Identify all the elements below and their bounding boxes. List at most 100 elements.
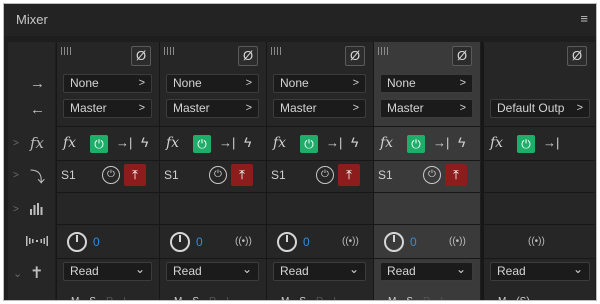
grip-icon[interactable] (378, 47, 388, 55)
track-header[interactable]: Ø (267, 42, 373, 70)
phase-invert-button[interactable]: Ø (567, 46, 587, 66)
automation-mode-dropdown[interactable]: Read ⌄ (63, 262, 152, 281)
track-state-buttons: MSRI (388, 296, 453, 300)
effects-bolt-icon[interactable]: ϟ (458, 134, 465, 150)
send-power-button[interactable]: ⏻ (423, 166, 441, 184)
effects-power-button[interactable]: ⏻ (517, 135, 535, 153)
fx-icon[interactable]: fx (380, 135, 393, 151)
fx-icon[interactable]: fx (166, 135, 179, 151)
track-header[interactable]: Ø (57, 42, 159, 70)
pan-knob[interactable] (277, 232, 297, 252)
mute-button[interactable]: M (388, 296, 396, 300)
automation-mode-dropdown[interactable]: Read ⌄ (166, 262, 259, 281)
input-monitor-button[interactable]: I (226, 296, 229, 300)
pan-value[interactable]: 0 (196, 235, 203, 249)
solo-button[interactable]: (S) (516, 296, 529, 300)
input-dropdown[interactable]: None > (380, 74, 473, 93)
track-header[interactable]: Ø (374, 42, 480, 70)
sends-row-label[interactable]: > ⤵ (8, 164, 55, 188)
pre-post-fader-icon[interactable]: →| (116, 135, 132, 150)
mute-button[interactable]: M (281, 296, 289, 300)
output-dropdown[interactable]: Master > (273, 99, 366, 118)
automation-mode-dropdown[interactable]: Read ⌄ (490, 262, 590, 281)
grip-icon[interactable] (164, 47, 174, 55)
chevron-down-icon[interactable]: ⌄ (13, 267, 22, 280)
record-arm-button[interactable]: R (316, 296, 323, 300)
record-arm-button[interactable]: R (423, 296, 430, 300)
input-monitor-button[interactable]: I (123, 296, 126, 300)
input-dropdown[interactable]: None > (63, 74, 152, 93)
pan-value[interactable]: 0 (410, 235, 417, 249)
solo-button[interactable]: S (192, 296, 199, 300)
record-arm-button[interactable]: R (106, 296, 113, 300)
chevron-right-icon[interactable]: > (13, 204, 19, 215)
input-monitor-button[interactable]: I (440, 296, 443, 300)
output-dropdown[interactable]: Master > (380, 99, 473, 118)
effects-power-button[interactable]: ⏻ (300, 135, 318, 153)
send-pre-post-button[interactable]: ⤒ (231, 164, 253, 186)
chevron-down-icon: ⌄ (241, 262, 252, 276)
fx-icon[interactable]: fx (273, 135, 286, 151)
track-strip[interactable]: Ø None > Master > fx ⏻ →| ϟ S1 ⏻ ⤒ 0 ((•))… (266, 42, 373, 300)
effects-power-button[interactable]: ⏻ (407, 135, 425, 153)
effects-bolt-icon[interactable]: ϟ (351, 134, 358, 150)
fx-icon[interactable]: fx (490, 135, 503, 151)
send-pre-post-button[interactable]: ⤒ (124, 164, 146, 186)
pan-knob[interactable] (384, 232, 404, 252)
mute-button[interactable]: M (174, 296, 182, 300)
pre-post-fader-icon[interactable]: →| (543, 135, 559, 150)
grip-icon[interactable] (271, 47, 281, 55)
pre-post-fader-icon[interactable]: →| (219, 135, 235, 150)
solo-button[interactable]: S (406, 296, 413, 300)
pan-value[interactable]: 0 (93, 235, 100, 249)
pre-post-fader-icon[interactable]: →| (326, 135, 342, 150)
panel-menu-icon[interactable]: ≡ (580, 12, 588, 25)
pan-value[interactable]: 0 (303, 235, 310, 249)
automation-mode-dropdown[interactable]: Read ⌄ (380, 262, 473, 281)
pan-row-label (8, 230, 55, 254)
track-strip[interactable]: Ø None > Master > fx ⏻ →| ϟ S1 ⏻ ⤒ 0 ((•))… (159, 42, 266, 300)
mute-button[interactable]: M (498, 296, 506, 300)
record-arm-button[interactable]: R (209, 296, 216, 300)
pan-knob[interactable] (67, 232, 87, 252)
phase-invert-button[interactable]: Ø (452, 46, 472, 66)
automation-mode-value: Read (173, 264, 202, 278)
master-output-dropdown[interactable]: Default Outp > (490, 99, 590, 118)
mute-button[interactable]: M (71, 296, 79, 300)
pre-post-fader-icon[interactable]: →| (433, 135, 449, 150)
send-pre-post-button[interactable]: ⤒ (338, 164, 360, 186)
input-dropdown[interactable]: None > (273, 74, 366, 93)
pan-knob[interactable] (170, 232, 190, 252)
fx-icon[interactable]: fx (63, 135, 76, 151)
send-pre-post-button[interactable]: ⤒ (445, 164, 467, 186)
send-power-button[interactable]: ⏻ (316, 166, 334, 184)
input-monitor-button[interactable]: I (333, 296, 336, 300)
send-power-button[interactable]: ⏻ (209, 166, 227, 184)
track-strip[interactable]: Ø None > Master > fx ⏻ →| ϟ S1 ⏻ ⤒ 0 Read ⌄ (56, 42, 159, 300)
automation-row-label[interactable]: ⌄ ✝ (8, 262, 55, 286)
chevron-right-icon[interactable]: > (13, 138, 19, 149)
output-dropdown[interactable]: Master > (166, 99, 259, 118)
chevron-right-icon[interactable]: > (13, 170, 19, 181)
eq-row-label[interactable]: > (8, 198, 55, 222)
grip-icon[interactable] (61, 47, 71, 55)
track-strip[interactable]: Ø None > Master > fx ⏻ →| ϟ S1 ⏻ ⤒ 0 ((•))… (373, 42, 480, 300)
automation-mode-dropdown[interactable]: Read ⌄ (273, 262, 366, 281)
arrow-right-icon: > (138, 102, 145, 114)
output-dropdown[interactable]: Master > (63, 99, 152, 118)
effects-power-button[interactable]: ⏻ (193, 135, 211, 153)
input-dropdown[interactable]: None > (166, 74, 259, 93)
solo-button[interactable]: S (89, 296, 96, 300)
phase-invert-button[interactable]: Ø (131, 46, 151, 66)
effects-bolt-icon[interactable]: ϟ (244, 134, 251, 150)
master-strip[interactable]: Ø Default Outp > fx ⏻ →| ((•)) Read ⌄ M (S) (481, 42, 595, 300)
solo-button[interactable]: S (299, 296, 306, 300)
phase-invert-button[interactable]: Ø (345, 46, 365, 66)
send-power-button[interactable]: ⏻ (102, 166, 120, 184)
effects-power-button[interactable]: ⏻ (90, 135, 108, 153)
send-label: S1 (378, 168, 393, 182)
phase-invert-button[interactable]: Ø (238, 46, 258, 66)
track-header[interactable]: Ø (160, 42, 266, 70)
effects-bolt-icon[interactable]: ϟ (141, 134, 148, 150)
effects-row-label[interactable]: > fx (8, 132, 55, 156)
